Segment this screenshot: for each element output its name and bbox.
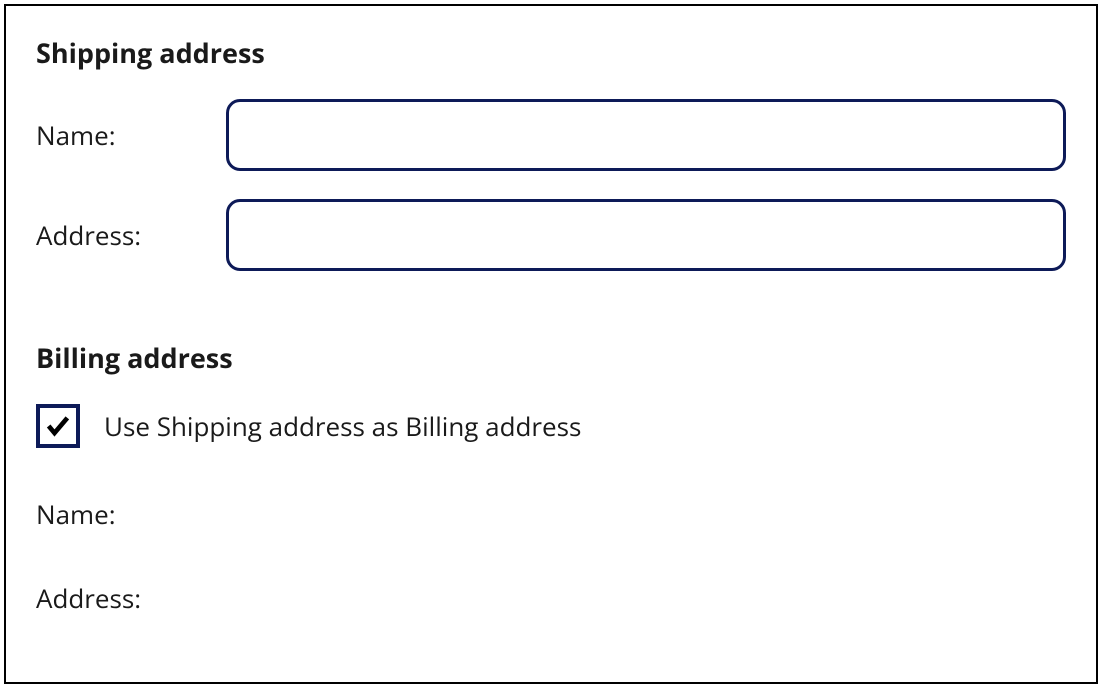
shipping-name-row: Name: — [36, 99, 1066, 171]
shipping-address-row: Address: — [36, 199, 1066, 271]
billing-heading: Billing address — [36, 339, 1066, 376]
use-shipping-checkbox[interactable] — [36, 404, 80, 448]
billing-address-label: Address: — [36, 580, 1066, 616]
form-container: Shipping address Name: Address: Billing … — [4, 4, 1098, 684]
shipping-address-label: Address: — [36, 217, 226, 253]
use-shipping-label: Use Shipping address as Billing address — [104, 408, 581, 444]
shipping-address-input[interactable] — [226, 199, 1066, 271]
shipping-name-input[interactable] — [226, 99, 1066, 171]
shipping-heading: Shipping address — [36, 34, 1066, 71]
check-icon — [44, 412, 72, 440]
use-shipping-checkbox-row: Use Shipping address as Billing address — [36, 404, 1066, 448]
billing-address-row: Address: — [36, 580, 1066, 616]
billing-name-row: Name: — [36, 496, 1066, 532]
billing-name-label: Name: — [36, 496, 1066, 532]
shipping-name-label: Name: — [36, 117, 226, 153]
